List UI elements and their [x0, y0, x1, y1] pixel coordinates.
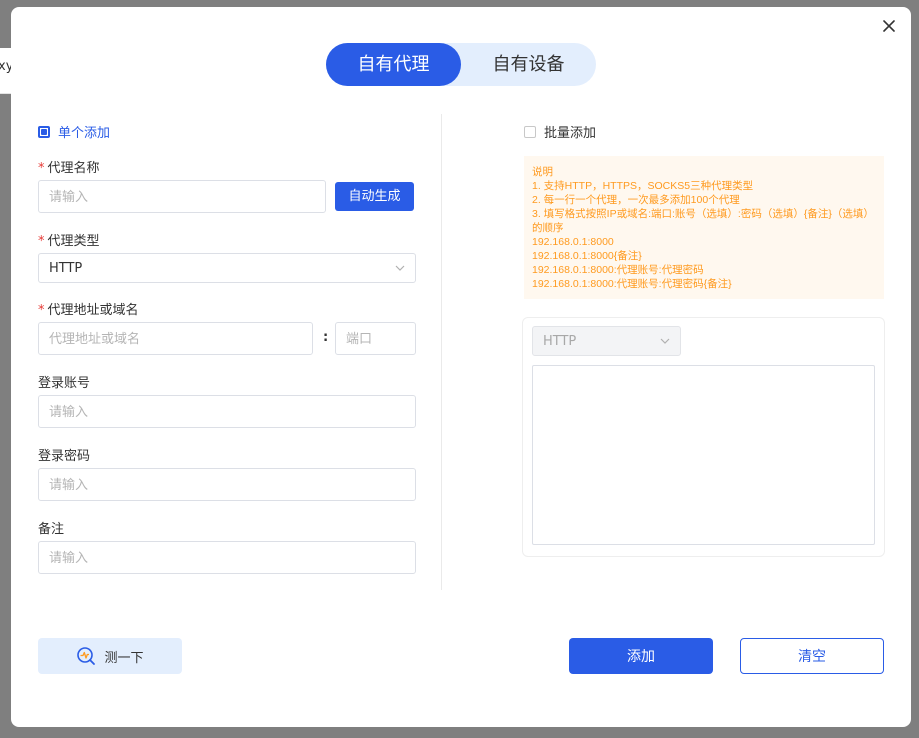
proxy-name-label: * 代理名称 [38, 161, 100, 176]
instruction-line: 192.168.0.1:8000:代理账号:代理密码{备注} [532, 278, 732, 290]
test-button[interactable]: 测一下 [38, 638, 182, 674]
login-password-label: 登录密码 [38, 449, 91, 464]
batch-add-label: 批量添加 [544, 126, 597, 141]
proxy-type-select[interactable]: HTTP [38, 253, 416, 283]
instruction-line: 192.168.0.1:8000{备注} [532, 250, 642, 262]
search-pulse-icon [77, 647, 96, 665]
port-separator: : [323, 330, 329, 345]
proxy-address-input[interactable] [38, 322, 313, 355]
instruction-line: 3. 填写格式按照IP或域名:端口:账号（选填）:密码（选填）{备注}（选填）的… [532, 208, 874, 234]
batch-add-checkbox-box[interactable] [524, 125, 536, 138]
single-add-checkbox-box[interactable] [38, 125, 50, 138]
port-input[interactable] [335, 322, 416, 355]
required-mark: * [38, 303, 45, 318]
batch-instructions: 说明 1. 支持HTTP，HTTPS，SOCKS5三种代理类型 2. 每一行一个… [524, 156, 884, 299]
batch-proxy-textarea[interactable] [532, 365, 875, 545]
instruction-line: 2. 每一行一个代理，一次最多添加100个代理 [532, 194, 740, 206]
tab-own-device[interactable]: 自有设备 [461, 43, 596, 86]
chevron-down-icon [660, 338, 670, 344]
add-button[interactable]: 添加 [569, 638, 713, 674]
batch-type-value: HTTP [543, 333, 577, 349]
chevron-down-icon [395, 265, 405, 271]
tab-own-proxy[interactable]: 自有代理 [326, 43, 461, 86]
close-icon[interactable] [881, 18, 897, 34]
instruction-line: 192.168.0.1:8000 [532, 236, 614, 248]
proxy-address-label: * 代理地址或域名 [38, 303, 139, 318]
instruction-line: 1. 支持HTTP，HTTPS，SOCKS5三种代理类型 [532, 180, 754, 192]
proxy-type-label: * 代理类型 [38, 234, 100, 249]
tab-switcher: 自有代理 自有设备 [326, 43, 596, 86]
login-password-input[interactable] [38, 468, 416, 501]
login-account-input[interactable] [38, 395, 416, 428]
login-account-label: 登录账号 [38, 376, 91, 391]
single-add-label: 单个添加 [58, 126, 111, 141]
batch-add-checkbox[interactable]: 批量添加 [524, 122, 596, 141]
column-divider [441, 114, 442, 590]
auto-generate-button[interactable]: 自动生成 [335, 182, 414, 211]
proxy-type-value: HTTP [49, 260, 83, 276]
single-add-checkbox[interactable]: 单个添加 [38, 122, 110, 141]
add-proxy-dialog: 自有代理 自有设备 单个添加 *代理名称 自动生成 *代理类型 HTTP *代理… [11, 7, 911, 727]
batch-type-select: HTTP [532, 326, 681, 356]
test-button-label: 测一下 [104, 650, 144, 666]
remark-label: 备注 [38, 522, 65, 537]
clear-button[interactable]: 清空 [740, 638, 884, 674]
instruction-line: 192.168.0.1:8000:代理账号:代理密码 [532, 264, 704, 276]
required-mark: * [38, 234, 45, 249]
required-mark: * [38, 161, 45, 176]
proxy-name-input[interactable] [38, 180, 326, 213]
remark-input[interactable] [38, 541, 416, 574]
instruction-line: 说明 [532, 166, 553, 178]
